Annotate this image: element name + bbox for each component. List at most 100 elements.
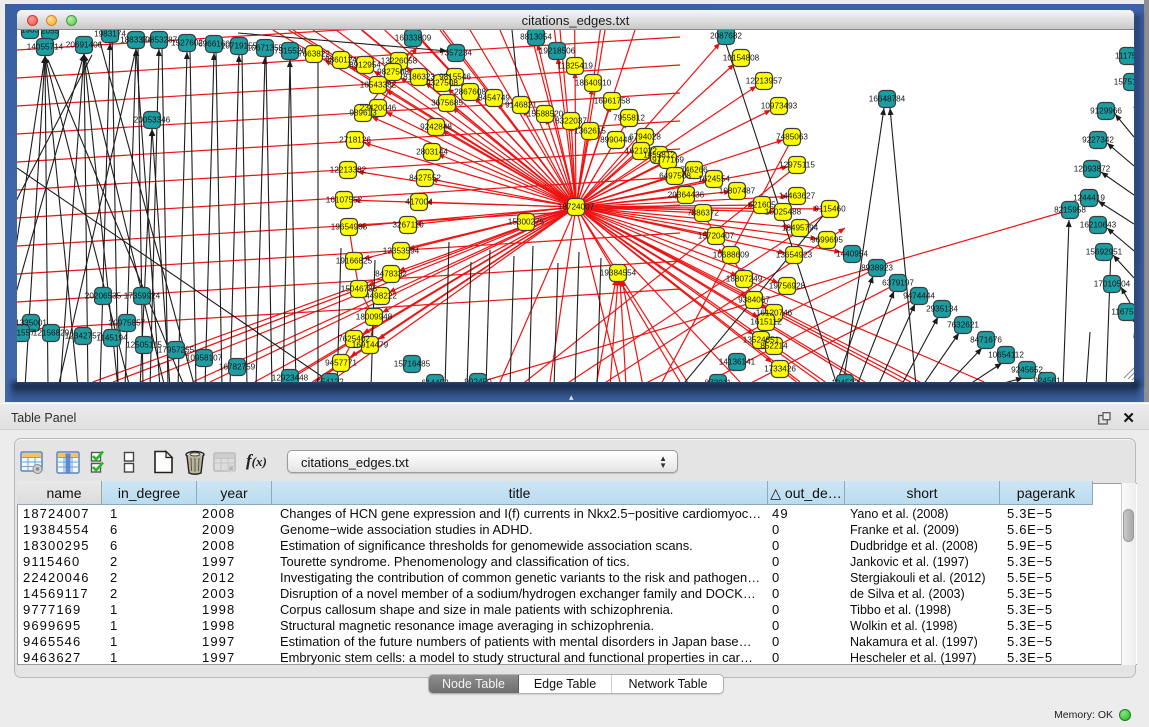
svg-text:9227342: 9227342 <box>1082 136 1114 145</box>
svg-text:20206535: 20206535 <box>85 292 122 301</box>
svg-text:11325419: 11325419 <box>557 62 593 71</box>
svg-text:12093872: 12093872 <box>1074 165 1111 174</box>
svg-text:8478332: 8478332 <box>375 270 407 279</box>
svg-text:8813054: 8813054 <box>520 33 552 42</box>
svg-text:18009948: 18009948 <box>356 313 393 322</box>
svg-text:8990448: 8990448 <box>600 136 632 145</box>
svg-text:13654923: 13654923 <box>776 251 813 260</box>
svg-text:6497508: 6497508 <box>659 172 691 181</box>
svg-text:1362615: 1362615 <box>574 127 606 136</box>
svg-text:16961758: 16961758 <box>594 97 631 106</box>
svg-text:14055714: 14055714 <box>27 43 64 52</box>
svg-text:12213957: 12213957 <box>746 77 783 86</box>
svg-text:13226058: 13226058 <box>381 57 418 66</box>
svg-text:12923448: 12923448 <box>272 374 309 383</box>
svg-text:8322037: 8322037 <box>555 117 587 126</box>
svg-text:8471676: 8471676 <box>970 336 1002 345</box>
svg-text:15720407: 15720407 <box>698 232 735 241</box>
svg-text:4498222: 4498222 <box>365 292 397 301</box>
svg-text:2087682: 2087682 <box>710 32 742 41</box>
svg-text:16107552: 16107552 <box>326 196 363 205</box>
svg-text:9384067: 9384067 <box>738 296 770 305</box>
svg-text:989613: 989613 <box>349 109 377 118</box>
svg-text:9327508: 9327508 <box>426 79 458 88</box>
svg-text:8427552: 8427552 <box>409 174 441 183</box>
svg-text:7485063: 7485063 <box>776 133 808 142</box>
svg-text:16648784: 16648784 <box>869 95 906 104</box>
svg-text:7632621: 7632621 <box>947 321 979 330</box>
svg-text:873011: 873011 <box>705 379 732 383</box>
svg-text:9777169: 9777169 <box>652 156 684 165</box>
svg-text:18640910: 18640910 <box>575 79 612 88</box>
svg-text:3675685: 3675685 <box>431 99 463 108</box>
svg-text:2935134: 2935134 <box>926 305 958 314</box>
svg-text:19166825: 19166825 <box>336 257 373 266</box>
svg-text:10025488: 10025488 <box>765 208 802 217</box>
svg-text:2803144: 2803144 <box>416 148 448 157</box>
svg-text:2718126: 2718126 <box>339 136 371 145</box>
svg-text:10154808: 10154808 <box>723 54 760 63</box>
svg-text:1983: 1983 <box>21 30 40 35</box>
svg-text:1733426: 1733426 <box>764 365 796 374</box>
svg-text:19384554: 19384554 <box>600 269 637 278</box>
svg-text:12975115: 12975115 <box>779 161 815 170</box>
svg-text:16210643: 16210643 <box>1080 221 1117 230</box>
svg-text:1440954: 1440954 <box>836 250 868 259</box>
svg-text:10688609: 10688609 <box>713 251 750 260</box>
svg-text:1145194: 1145194 <box>96 334 128 343</box>
svg-text:924561: 924561 <box>1033 377 1061 383</box>
svg-text:7386372: 7386372 <box>687 209 719 218</box>
svg-text:18724007: 18724007 <box>558 203 595 212</box>
svg-text:6379197: 6379197 <box>882 279 914 288</box>
svg-text:104523: 104523 <box>831 379 859 383</box>
svg-text:9146821: 9146821 <box>505 101 537 110</box>
svg-text:14463627: 14463627 <box>779 192 816 201</box>
svg-text:10807487: 10807487 <box>719 187 756 196</box>
svg-text:417004: 417004 <box>405 198 433 207</box>
svg-text:20691406: 20691406 <box>66 41 103 50</box>
svg-text:9115460: 9115460 <box>814 205 846 214</box>
svg-text:19654985: 19654985 <box>331 223 368 232</box>
svg-text:19756928: 19756928 <box>769 282 806 291</box>
svg-text:8938923: 8938923 <box>861 264 893 273</box>
svg-text:20975857: 20975857 <box>109 319 146 328</box>
svg-text:10973493: 10973493 <box>761 102 798 111</box>
svg-text:10958107: 10958107 <box>186 354 223 363</box>
svg-text:15692951: 15692951 <box>1086 248 1123 257</box>
svg-text:12213382: 12213382 <box>330 166 367 175</box>
svg-text:20364436: 20364436 <box>668 191 705 200</box>
svg-text:17359924: 17359924 <box>124 292 161 301</box>
svg-text:15300275: 15300275 <box>508 218 545 227</box>
svg-text:20053346: 20053346 <box>134 116 171 125</box>
svg-text:852214: 852214 <box>760 342 788 351</box>
svg-text:1335001: 1335001 <box>17 319 47 328</box>
svg-text:6794028: 6794028 <box>629 133 661 142</box>
svg-text:9242848: 9242848 <box>420 123 452 132</box>
svg-text:1624554: 1624554 <box>698 175 730 184</box>
svg-text:19218506: 19218506 <box>539 47 576 56</box>
svg-text:992450: 992450 <box>464 378 492 383</box>
svg-text:7625402: 7625402 <box>338 335 370 344</box>
svg-text:7357234: 7357234 <box>440 49 472 58</box>
svg-text:15716485: 15716485 <box>394 360 431 369</box>
svg-text:9457771: 9457771 <box>325 359 357 368</box>
svg-text:9474444: 9474444 <box>903 292 935 301</box>
svg-text:9699695: 9699695 <box>811 236 843 245</box>
svg-text:18495794: 18495794 <box>782 224 819 233</box>
svg-text:954122: 954122 <box>316 378 344 383</box>
svg-text:10654112: 10654112 <box>988 351 1024 360</box>
svg-text:1167534: 1167534 <box>1111 308 1134 317</box>
svg-text:614452: 614452 <box>421 379 449 383</box>
svg-text:1615112: 1615112 <box>750 318 782 327</box>
svg-text:16543382: 16543382 <box>360 81 397 90</box>
svg-text:3267110: 3267110 <box>392 221 424 230</box>
svg-text:14136141: 14136141 <box>719 358 756 367</box>
svg-text:9129966: 9129966 <box>1090 107 1122 116</box>
svg-text:15751074: 15751074 <box>1114 78 1134 87</box>
svg-text:7955812: 7955812 <box>613 114 645 123</box>
svg-text:16033809: 16033809 <box>395 34 432 43</box>
svg-text:12353594: 12353594 <box>383 247 420 256</box>
svg-text:16782759: 16782759 <box>219 363 256 372</box>
svg-text:1244419: 1244419 <box>1073 194 1105 203</box>
svg-text:16120746: 16120746 <box>756 309 793 318</box>
